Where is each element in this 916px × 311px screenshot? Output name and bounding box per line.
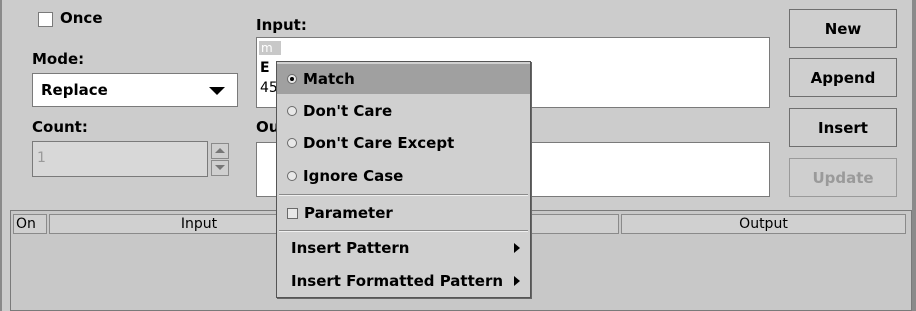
menu-item-label: Match [303,70,355,88]
menu-item-label: Ignore Case [303,167,404,185]
count-increment-button[interactable] [211,143,229,159]
radio-icon [287,138,297,148]
submenu-arrow-icon [514,243,520,253]
mode-selected-value: Replace [41,81,108,99]
mode-label: Mode: [32,50,85,68]
insert-button[interactable]: Insert [789,108,897,147]
radio-selected-icon [287,74,297,84]
input-line-2: E [260,60,270,76]
left-frame-edge [0,0,2,311]
submenu-arrow-icon [514,276,520,286]
menu-item-label: Parameter [304,204,393,222]
menu-item-insert-formatted-pattern[interactable]: Insert Formatted Pattern [277,266,530,296]
column-header-on[interactable]: On [13,214,47,234]
menu-item-label: Don't Care Except [303,134,455,152]
menu-separator [279,194,528,196]
count-value: 1 [37,150,46,166]
menu-item-ignore-case[interactable]: Ignore Case [277,161,530,191]
menu-item-label: Don't Care [303,102,393,120]
radio-icon [287,106,297,116]
menu-separator [279,230,528,232]
menu-item-insert-pattern[interactable]: Insert Pattern [277,233,530,263]
menu-item-label: Insert Pattern [291,239,410,257]
count-field[interactable]: 1 [32,141,208,177]
input-label: Input: [256,16,307,34]
input-line-1: m [259,41,281,55]
checkbox-icon [287,207,298,219]
count-label: Count: [32,118,88,136]
once-checkbox[interactable] [38,12,53,27]
menu-item-dont-care-except[interactable]: Don't Care Except [277,128,530,158]
context-menu: Match Don't Care Don't Care Except Ignor… [276,61,531,298]
arrow-up-icon [215,148,225,153]
menu-item-dont-care[interactable]: Don't Care [277,96,530,126]
menu-item-match[interactable]: Match [277,64,530,94]
menu-item-parameter[interactable]: Parameter [277,198,530,228]
once-label: Once [60,9,103,27]
update-button[interactable]: Update [789,158,897,197]
new-button[interactable]: New [789,9,897,48]
append-button[interactable]: Append [789,58,897,97]
right-frame-edge [912,0,916,311]
radio-icon [287,171,297,181]
menu-item-label: Insert Formatted Pattern [291,272,504,290]
dropdown-arrow-icon [209,87,225,95]
column-header-output[interactable]: Output [621,214,906,234]
mode-dropdown[interactable]: Replace [32,73,238,107]
count-decrement-button[interactable] [211,160,229,176]
arrow-down-icon [215,165,225,170]
